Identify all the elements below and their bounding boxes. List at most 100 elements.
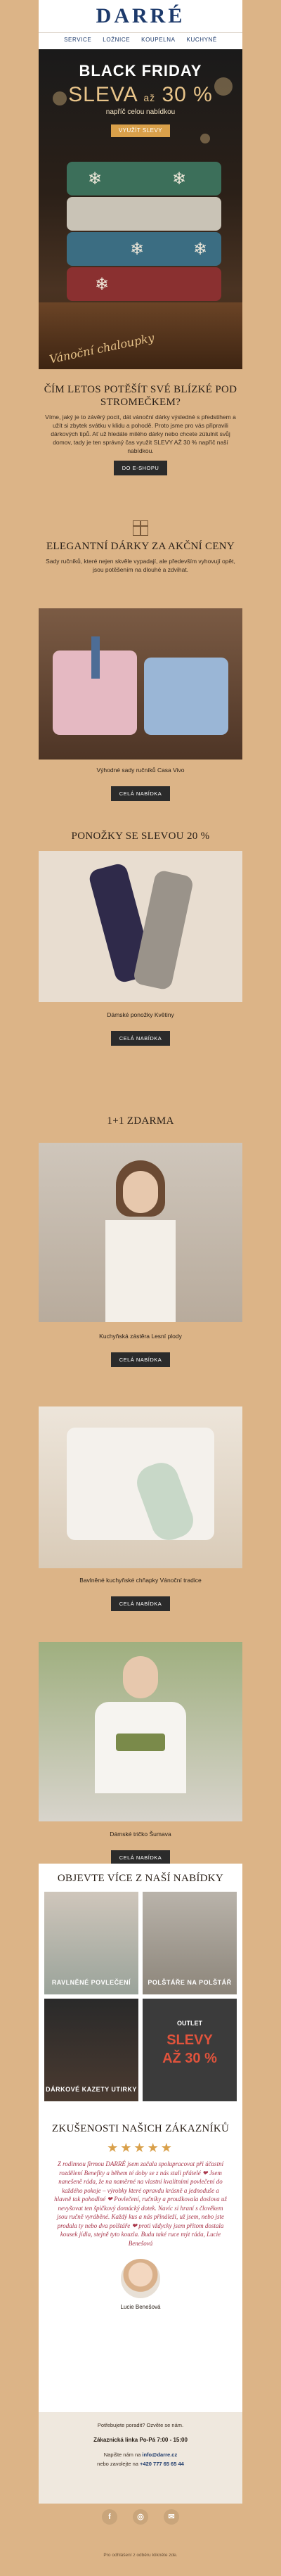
unsubscribe-link[interactable]: Pro odhlášení z odběru klikněte zde. <box>0 2553 281 2558</box>
intro-body: Víme, jaký je to závěrý pocit, dát vánoč… <box>45 414 236 454</box>
instagram-icon[interactable]: ◎ <box>133 2509 148 2525</box>
socks-title: PONOŽKY SE SLEVOU 20 % <box>71 831 210 842</box>
footer-question: Potřebujete poradit? Ozvěte se nám. <box>97 2422 184 2428</box>
gifts-button-row: CELÁ NABÍDKA <box>39 781 242 801</box>
mitts-button[interactable]: CELÁ NABÍDKA <box>110 1596 171 1611</box>
socks-image[interactable] <box>39 851 242 1002</box>
nav-item-kuchyne[interactable]: KUCHYNĚ <box>187 37 217 43</box>
footer-mail-line: Napište nám na info@darre.cz <box>39 2452 242 2458</box>
model-face <box>123 1656 158 1698</box>
tile-outlet-label: OUTLET <box>177 2020 202 2027</box>
nav-item-loznice[interactable]: LOŽNICE <box>103 37 130 43</box>
reviewer-name: Lucie Benešová <box>120 2304 161 2310</box>
reviews-block: ZKUŠENOSTI NAŠICH ZÁKAZNÍKŮ ★★★★★ Z rodi… <box>39 2122 242 2310</box>
tshirt-button-row: CELÁ NABÍDKA <box>39 1845 242 1865</box>
gifts-caption: Výhodné sady ručníků Casa Vivo <box>96 767 185 774</box>
hero-az: až <box>143 92 156 103</box>
model-face <box>123 1171 158 1213</box>
more-section: OBJEVTE VÍCE Z NAŠÍ NABÍDKY RAVLNĚNÉ POV… <box>39 1864 242 2454</box>
tile-bedding-label: RAVLNĚNÉ POVLEČENÍ <box>51 1979 131 1986</box>
tile-gift-boxes[interactable]: DÁRKOVÉ KAZETY UTIRKY <box>44 1999 138 2101</box>
header: DARRÉ SERVICE LOŽNICE KOUPELNA KUCHYNĚ <box>39 0 242 49</box>
offer-button[interactable]: CELÁ NABÍDKA <box>110 1352 171 1367</box>
tile-bedding[interactable]: RAVLNĚNÉ POVLEČENÍ <box>44 1892 138 1994</box>
intro-title: ČÍM LETOS POTĚŠÍT SVÉ BLÍZKÉ POD STROMEČ… <box>44 384 237 408</box>
brand-logo[interactable]: DARRÉ <box>39 0 242 28</box>
reviewer-avatar <box>121 2259 160 2298</box>
hero-pct: 30 % <box>162 83 213 106</box>
tshirt-caption: Dámské tričko Šumava <box>110 1831 171 1838</box>
main-nav: SERVICE LOŽNICE KOUPELNA KUCHYNĚ <box>39 32 242 43</box>
more-title: OBJEVTE VÍCE Z NAŠÍ NABÍDKY <box>57 1873 224 1884</box>
tile-outlet[interactable]: OUTLET SLEVY AŽ 30 % <box>143 1999 237 2101</box>
gifts-body: Sady ručníků, které nejen skvěle vypadaj… <box>46 558 235 573</box>
bokeh-light <box>214 77 233 96</box>
category-grid: RAVLNĚNÉ POVLEČENÍ POLŠTÁŘE NA POLŠTÁŘ D… <box>44 1892 237 2103</box>
footer-phone-line: nebo zavolejte na +420 777 65 65 44 <box>39 2461 242 2467</box>
gift-icon <box>133 520 148 536</box>
offer-button-row: CELÁ NABÍDKA <box>39 1347 242 1367</box>
tile-outlet-pct: AŽ 30 % <box>162 2051 217 2066</box>
review-text: Z rodinnou firmou DARRÉ jsem začala spol… <box>54 2160 227 2247</box>
offer-caption: Kuchyňská zástěra Lesní plody <box>99 1333 182 1340</box>
snowflake-icon: ❄ <box>95 276 110 294</box>
apron-image[interactable] <box>39 1143 242 1322</box>
towel-blue: ❄ ❄ <box>67 232 221 266</box>
socks-caption: Dámské ponožky Květiny <box>107 1011 174 1018</box>
snowflake-icon: ❄ <box>130 241 145 259</box>
social-links: f ◎ ✉ <box>0 2509 281 2525</box>
snowflake-icon: ❄ <box>88 170 103 188</box>
hero-sleva: SLEVA <box>68 83 137 106</box>
towel-beige <box>67 197 221 231</box>
phone-link[interactable]: +420 777 65 65 44 <box>140 2461 184 2467</box>
hero-subtitle: napříč celou nabídkou <box>105 108 176 116</box>
tshirt-image[interactable] <box>39 1642 242 1821</box>
rating-stars: ★★★★★ <box>107 2141 174 2155</box>
hero-cta-button[interactable]: VYUŽÍT SLEVY <box>111 124 170 137</box>
intro-section: ČÍM LETOS POTĚŠÍT SVÉ BLÍZKÉ POD STROMEČ… <box>39 383 242 475</box>
towel-stack-image: ❄ ❄ ❄ ❄ ❄ <box>67 162 221 302</box>
towel-red: ❄ <box>67 267 221 301</box>
facebook-icon[interactable]: f <box>102 2509 117 2525</box>
gifts-title: ELEGANTNÍ DÁRKY ZA AKČNÍ CENY <box>46 541 235 552</box>
apron <box>105 1220 176 1322</box>
gifts-section: ELEGANTNÍ DÁRKY ZA AKČNÍ CENY Sady ruční… <box>39 520 242 574</box>
tile-outlet-sleva: SLEVY <box>166 2032 213 2048</box>
socks-button[interactable]: CELÁ NABÍDKA <box>110 1031 171 1046</box>
bokeh-light <box>200 134 210 143</box>
hero-discount: SLEVA až 30 % <box>39 83 242 107</box>
gifts-button[interactable]: CELÁ NABÍDKA <box>110 786 171 801</box>
phone-label: nebo zavolejte na <box>97 2461 138 2467</box>
bokeh-light <box>53 91 67 105</box>
footer-hotline: Zákaznická linka Po-Pá 7:00 - 15:00 <box>93 2437 188 2443</box>
mail-icon[interactable]: ✉ <box>164 2509 179 2525</box>
tshirt-button[interactable]: CELÁ NABÍDKA <box>110 1850 171 1865</box>
mail-label: Napište nám na <box>103 2452 141 2458</box>
mitts-caption: Bavlněné kuchyňské chňapky Vánoční tradi… <box>79 1577 202 1584</box>
snowflake-icon: ❄ <box>193 241 208 259</box>
mitts-button-row: CELÁ NABÍDKA <box>39 1591 242 1611</box>
tile-gift-boxes-label: DÁRKOVÉ KAZETY UTIRKY <box>46 2086 137 2093</box>
nav-item-koupelna[interactable]: KOUPELNA <box>141 37 175 43</box>
ribbon <box>91 636 100 679</box>
hero-banner[interactable]: BLACK FRIDAY SLEVA až 30 % napříč celou … <box>39 49 242 369</box>
tile-pillows[interactable]: POLŠTÁŘE NA POLŠTÁŘ <box>143 1892 237 1994</box>
socks-section: PONOŽKY SE SLEVOU 20 % <box>39 830 242 842</box>
snowflake-icon: ❄ <box>172 170 187 188</box>
footer: Potřebujete poradit? Ozvěte se nám. Záka… <box>39 2412 242 2504</box>
socks-button-row: CELÁ NABÍDKA <box>39 1025 242 1046</box>
hero-title: BLACK FRIDAY <box>79 62 202 79</box>
tshirt-print <box>116 1734 165 1751</box>
blue-towels <box>144 658 228 735</box>
nav-item-service[interactable]: SERVICE <box>64 37 91 43</box>
towel-green: ❄ ❄ <box>67 162 221 196</box>
tile-pillows-label: POLŠTÁŘE NA POLŠTÁŘ <box>148 1979 232 1986</box>
reviews-title: ZKUŠENOSTI NAŠICH ZÁKAZNÍKŮ <box>51 2123 230 2134</box>
offer-section: 1+1 ZDARMA <box>39 1115 242 1127</box>
eshop-button[interactable]: DO E-SHOPU <box>113 461 168 475</box>
oven-mitts-image[interactable] <box>39 1406 242 1568</box>
offer-title: 1+1 ZDARMA <box>107 1115 174 1127</box>
towel-sets-image[interactable] <box>39 608 242 760</box>
email-page: DARRÉ SERVICE LOŽNICE KOUPELNA KUCHYNĚ B… <box>0 0 281 2576</box>
mail-link[interactable]: info@darre.cz <box>142 2452 177 2458</box>
